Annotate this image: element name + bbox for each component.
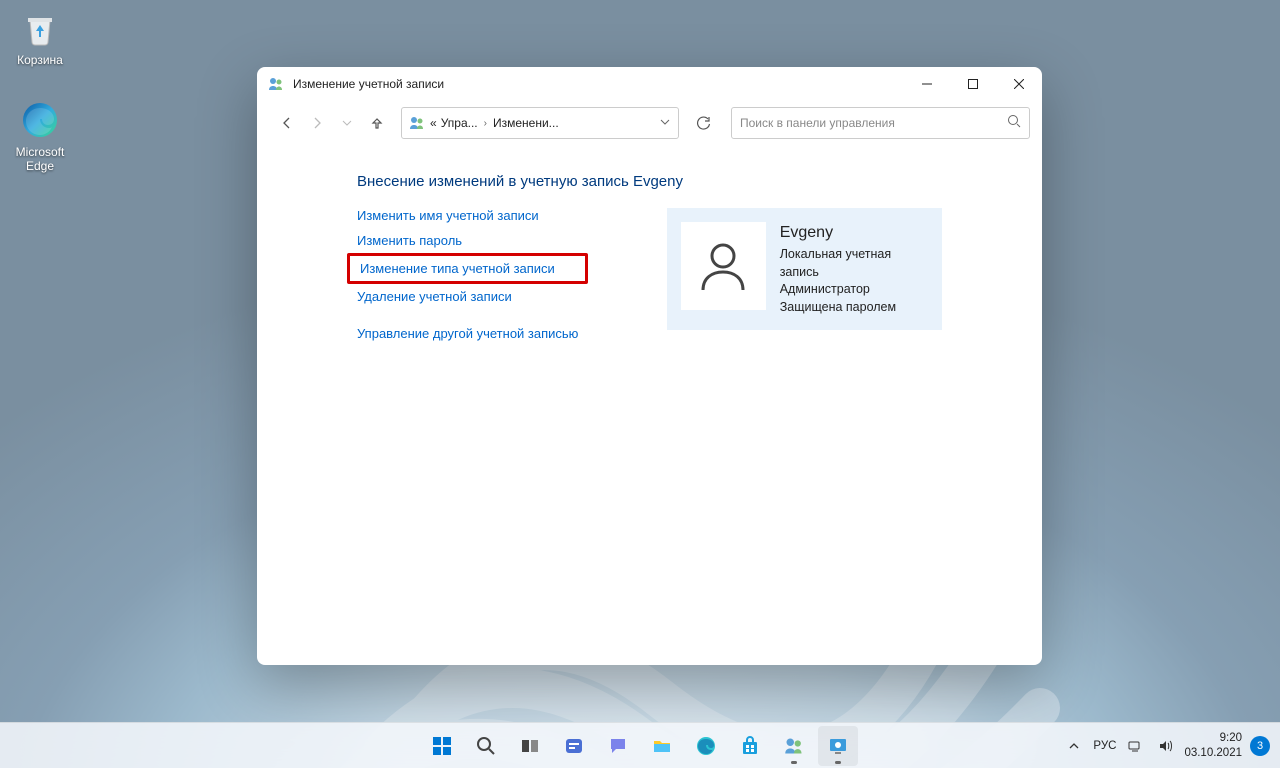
taskbar-center [422, 723, 858, 768]
link-rename-account[interactable]: Изменить имя учетной записи [357, 208, 578, 223]
maximize-button[interactable] [950, 67, 996, 101]
edge-icon [18, 98, 62, 142]
link-manage-other-account[interactable]: Управление другой учетной записью [357, 326, 578, 341]
desktop-icon-recycle-bin[interactable]: Корзина [2, 6, 78, 67]
nav-toolbar: « Упра... › Изменени... [257, 101, 1042, 145]
clock-time: 9:20 [1184, 731, 1242, 745]
minimize-button[interactable] [904, 67, 950, 101]
user-card: Evgeny Локальная учетная запись Админист… [667, 208, 942, 330]
control-panel-button[interactable] [818, 726, 858, 766]
breadcrumb[interactable]: « Упра... › Изменени... [401, 107, 679, 139]
volume-icon[interactable] [1154, 735, 1176, 757]
link-change-password[interactable]: Изменить пароль [357, 233, 578, 248]
desktop-icon-edge[interactable]: Microsoft Edge [2, 98, 78, 173]
chat-button[interactable] [598, 726, 638, 766]
user-role: Администратор [780, 281, 928, 299]
user-account-type: Локальная учетная запись [780, 246, 928, 281]
avatar [681, 222, 766, 310]
taskbar: РУС 9:20 03.10.2021 3 [0, 722, 1280, 768]
user-accounts-icon [408, 114, 426, 132]
user-info: Evgeny Локальная учетная запись Админист… [780, 222, 928, 316]
user-password-status: Защищена паролем [780, 299, 928, 317]
network-icon[interactable] [1124, 735, 1146, 757]
page-heading: Внесение изменений в учетную запись Evge… [357, 173, 942, 190]
explorer-button[interactable] [642, 726, 682, 766]
link-delete-account[interactable]: Удаление учетной записи [357, 289, 578, 304]
tray-overflow-button[interactable] [1063, 735, 1085, 757]
language-indicator[interactable]: РУС [1093, 740, 1116, 752]
highlight-box: Изменение типа учетной записи [347, 253, 588, 284]
search-icon[interactable] [1007, 114, 1021, 133]
recent-dropdown[interactable] [333, 109, 361, 137]
up-button[interactable] [363, 109, 391, 137]
control-panel-window: Изменение учетной записи « Упра... › Изм… [257, 67, 1042, 665]
user-accounts-app-button[interactable] [774, 726, 814, 766]
desktop-icon-label: Microsoft Edge [2, 145, 78, 173]
start-button[interactable] [422, 726, 462, 766]
desktop-icon-label: Корзина [2, 53, 78, 67]
user-accounts-icon [267, 75, 285, 93]
recycle-bin-icon [18, 6, 62, 50]
forward-button[interactable] [303, 109, 331, 137]
back-button[interactable] [273, 109, 301, 137]
widgets-button[interactable] [554, 726, 594, 766]
breadcrumb-prefix: « [430, 116, 437, 130]
notification-badge[interactable]: 3 [1250, 736, 1270, 756]
search-button[interactable] [466, 726, 506, 766]
chevron-right-icon: › [482, 118, 489, 129]
link-change-account-type[interactable]: Изменение типа учетной записи [360, 261, 555, 276]
system-tray: РУС 9:20 03.10.2021 3 [1063, 723, 1280, 768]
titlebar[interactable]: Изменение учетной записи [257, 67, 1042, 101]
refresh-button[interactable] [687, 107, 719, 139]
close-button[interactable] [996, 67, 1042, 101]
clock[interactable]: 9:20 03.10.2021 [1184, 731, 1242, 760]
breadcrumb-seg[interactable]: Изменени... [493, 116, 559, 130]
content-area: Внесение изменений в учетную запись Evge… [257, 145, 1042, 665]
store-button[interactable] [730, 726, 770, 766]
user-name: Evgeny [780, 222, 928, 244]
clock-date: 03.10.2021 [1184, 746, 1242, 760]
breadcrumb-seg[interactable]: Упра... [441, 116, 478, 130]
search-box[interactable] [731, 107, 1030, 139]
search-input[interactable] [740, 116, 1007, 130]
task-view-button[interactable] [510, 726, 550, 766]
edge-button[interactable] [686, 726, 726, 766]
action-links: Изменить имя учетной записи Изменить пар… [357, 208, 578, 341]
chevron-down-icon[interactable] [658, 117, 672, 130]
window-title: Изменение учетной записи [293, 77, 904, 91]
